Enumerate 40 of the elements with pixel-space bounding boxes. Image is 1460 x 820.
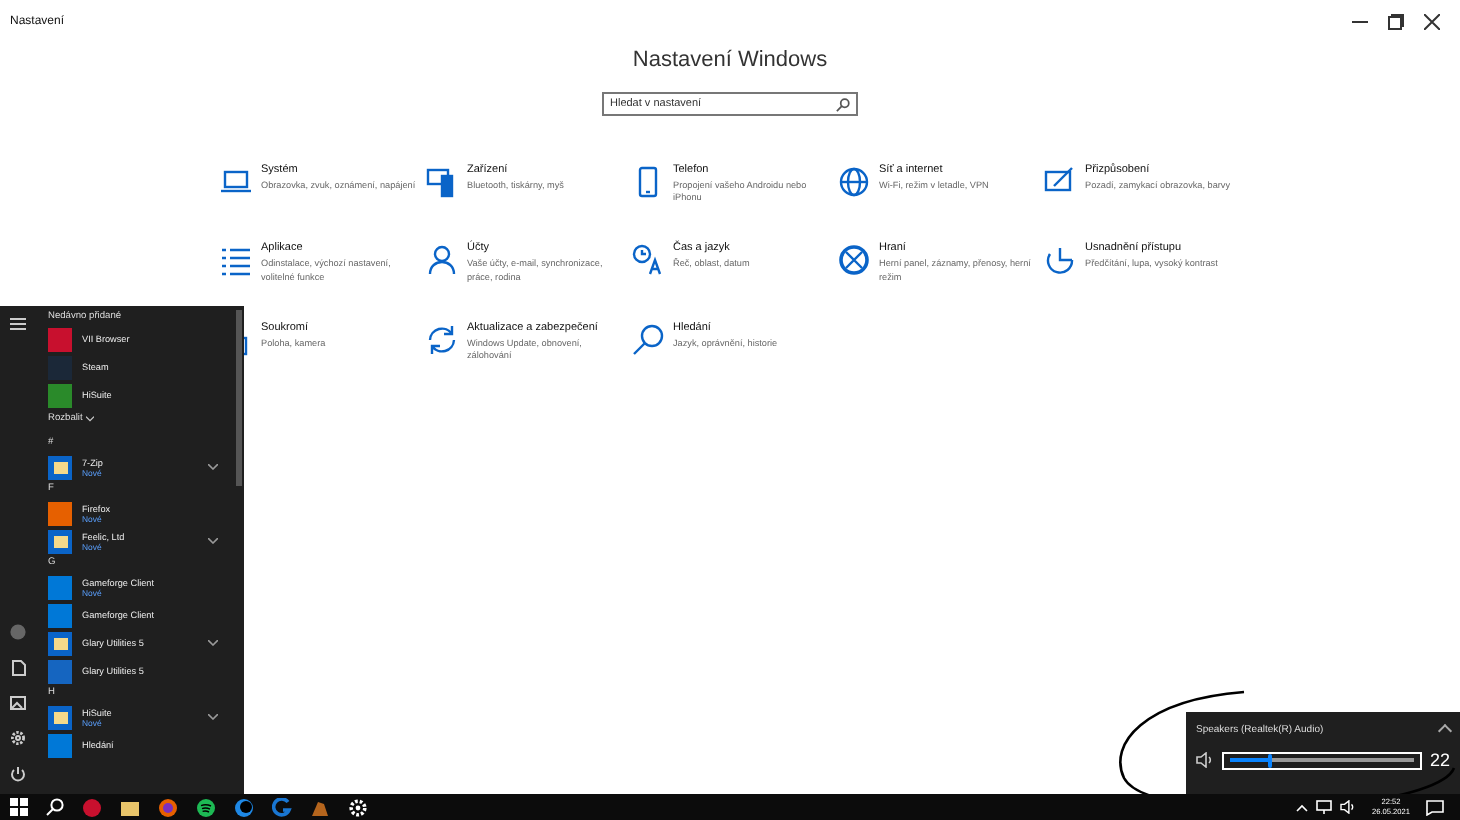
- chevron-icon: [208, 538, 218, 544]
- power-icon[interactable]: [10, 766, 26, 782]
- search-icon: [836, 97, 850, 111]
- search-icon[interactable]: [46, 798, 64, 816]
- document-icon[interactable]: [11, 660, 25, 676]
- language-icon: [631, 244, 663, 277]
- image-icon[interactable]: [10, 696, 26, 710]
- menu-icon[interactable]: [10, 318, 26, 330]
- page-heading: Nastavení Windows: [632, 48, 828, 72]
- folder-icon[interactable]: [120, 797, 140, 817]
- list-icon: [219, 244, 251, 277]
- settings-icon[interactable]: [10, 730, 26, 746]
- person-icon: [425, 244, 457, 277]
- music-app-icon[interactable]: [196, 797, 216, 817]
- volume-reading: 22: [1429, 750, 1450, 770]
- windows-start-icon[interactable]: [10, 798, 28, 816]
- laptop-icon: [219, 166, 251, 198]
- user-icon[interactable]: [10, 624, 26, 640]
- speaker-icon[interactable]: [1339, 800, 1356, 814]
- folder-icon: [48, 529, 72, 553]
- app-icon[interactable]: [82, 797, 102, 817]
- chevron-icon: [208, 640, 218, 646]
- chevron-icon: [208, 714, 218, 720]
- globe-icon: [837, 166, 869, 198]
- close-icon[interactable]: [1424, 14, 1440, 30]
- folder-icon: [48, 705, 72, 729]
- letter-g-icon[interactable]: [272, 797, 292, 817]
- notification-icon[interactable]: [1426, 799, 1444, 815]
- speaker-icon[interactable]: [1196, 752, 1214, 768]
- chevron-icon: [86, 416, 95, 422]
- crescent-app-icon[interactable]: [234, 797, 254, 817]
- folder-icon: [48, 631, 72, 655]
- chevron-icon: [208, 464, 218, 470]
- devices-icon: [425, 166, 457, 198]
- network-icon[interactable]: [1315, 800, 1332, 814]
- folder-icon: [48, 455, 72, 479]
- restore-icon[interactable]: [1388, 14, 1404, 30]
- sync-icon: [425, 323, 457, 356]
- search-icon: [631, 323, 663, 356]
- firefox-icon[interactable]: [158, 797, 178, 817]
